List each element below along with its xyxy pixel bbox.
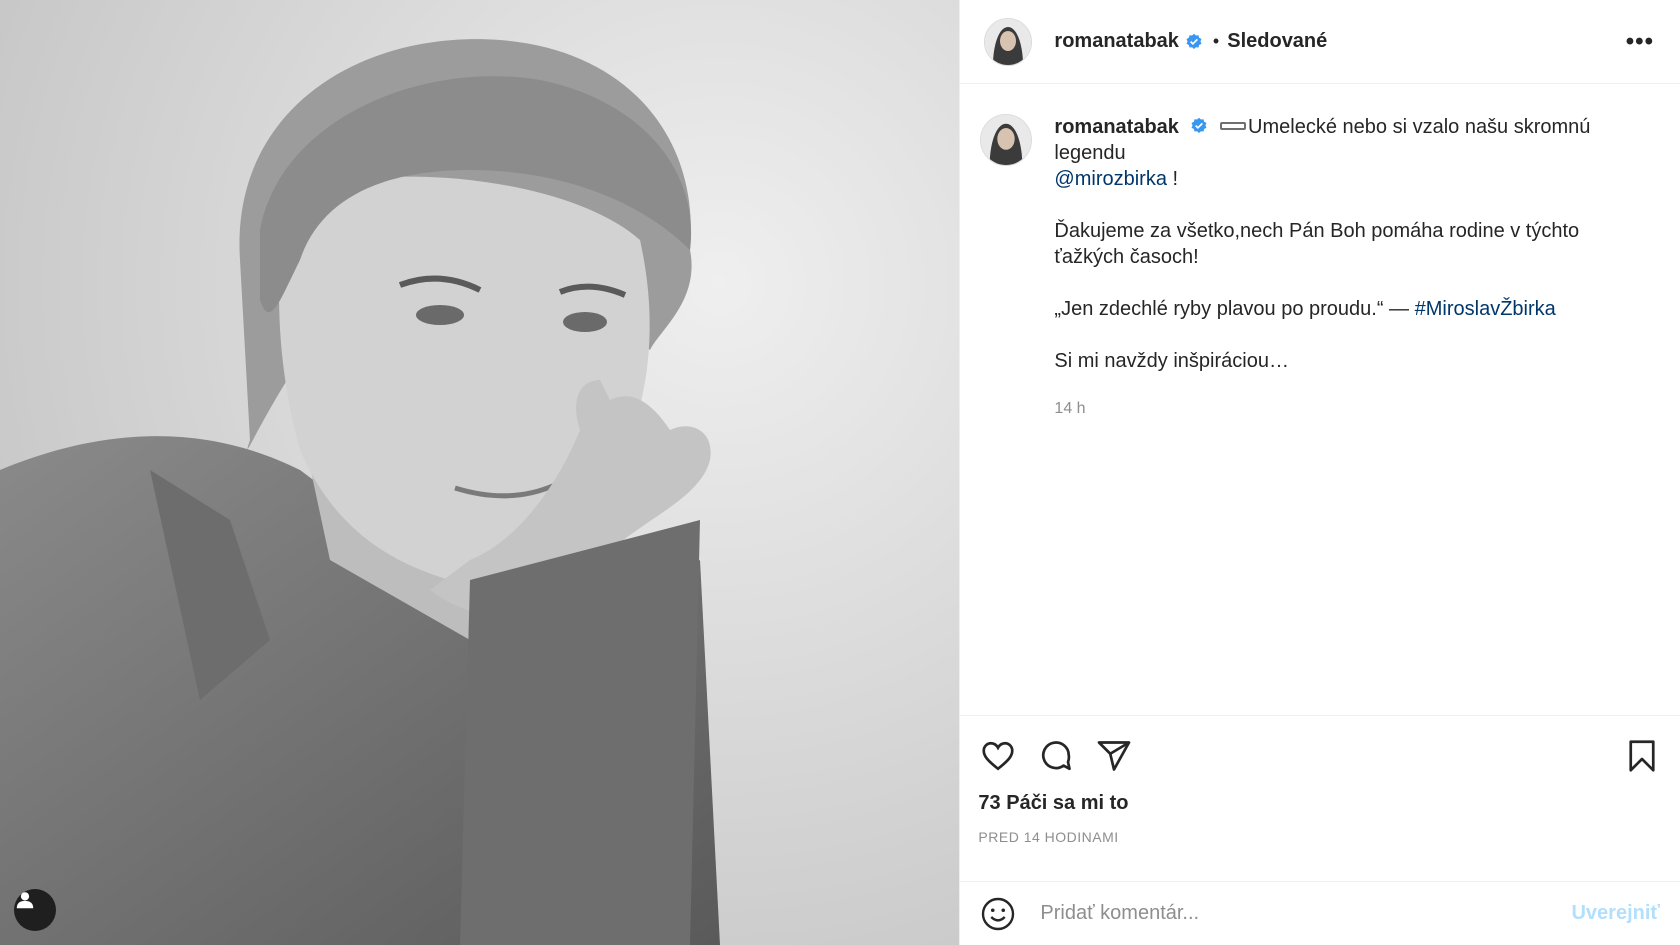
caption-para2: Ďakujeme za všetko,nech Pán Boh pomáha r… (1054, 220, 1580, 268)
bookmark-icon[interactable] (1622, 736, 1662, 776)
caption-avatar[interactable] (980, 114, 1033, 166)
caption-section: romanatabak Umelecké nebo si vzalo našu … (960, 84, 1680, 715)
add-comment-bar: Uverejniť (960, 881, 1680, 945)
mention-link[interactable]: @mirozbirka (1054, 168, 1167, 190)
caption-text: romanatabak Umelecké nebo si vzalo našu … (1054, 114, 1654, 715)
instagram-post-view: romanatabak • Sledované ••• romanatabak (0, 0, 1680, 945)
likes-count[interactable]: 73 Páči sa mi to (978, 792, 1662, 815)
portrait-illustration (0, 0, 960, 945)
post-comment-button[interactable]: Uverejniť (1571, 902, 1660, 925)
action-icons (978, 734, 1662, 778)
follow-status[interactable]: Sledované (1227, 30, 1327, 53)
post-sidebar: romanatabak • Sledované ••• romanatabak (959, 0, 1680, 945)
tagged-users-button[interactable] (14, 889, 56, 931)
emoji-glyph (1220, 122, 1247, 130)
verified-badge-icon (1186, 33, 1202, 49)
post-timestamp[interactable]: PRED 14 HODINAMI (978, 829, 1662, 845)
hashtag-link[interactable]: #MiroslavŽbirka (1415, 298, 1556, 320)
more-options-icon[interactable]: ••• (1620, 22, 1660, 62)
caption-username[interactable]: romanatabak (1054, 116, 1179, 138)
post-photo[interactable] (0, 0, 960, 945)
comment-icon[interactable] (1036, 736, 1076, 776)
caption-quote: „Jen zdechlé ryby plavou po proudu.“ — (1054, 298, 1415, 320)
actions-section: 73 Páči sa mi to PRED 14 HODINAMI (960, 715, 1680, 881)
avatar[interactable] (984, 17, 1033, 66)
separator-dot: • (1212, 31, 1220, 51)
header-username[interactable]: romanatabak (1054, 30, 1179, 53)
heart-icon[interactable] (978, 736, 1018, 776)
caption-time[interactable]: 14 h (1054, 396, 1654, 422)
share-icon[interactable] (1094, 736, 1134, 776)
user-icon (16, 892, 34, 909)
emoji-icon[interactable] (980, 896, 1016, 932)
mention-suffix: ! (1166, 168, 1179, 190)
post-header: romanatabak • Sledované ••• (960, 0, 1680, 84)
caption-para4: Si mi navždy inšpiráciou… (1054, 350, 1289, 372)
verified-badge-icon (1191, 117, 1207, 134)
comment-input[interactable] (1038, 901, 1572, 926)
